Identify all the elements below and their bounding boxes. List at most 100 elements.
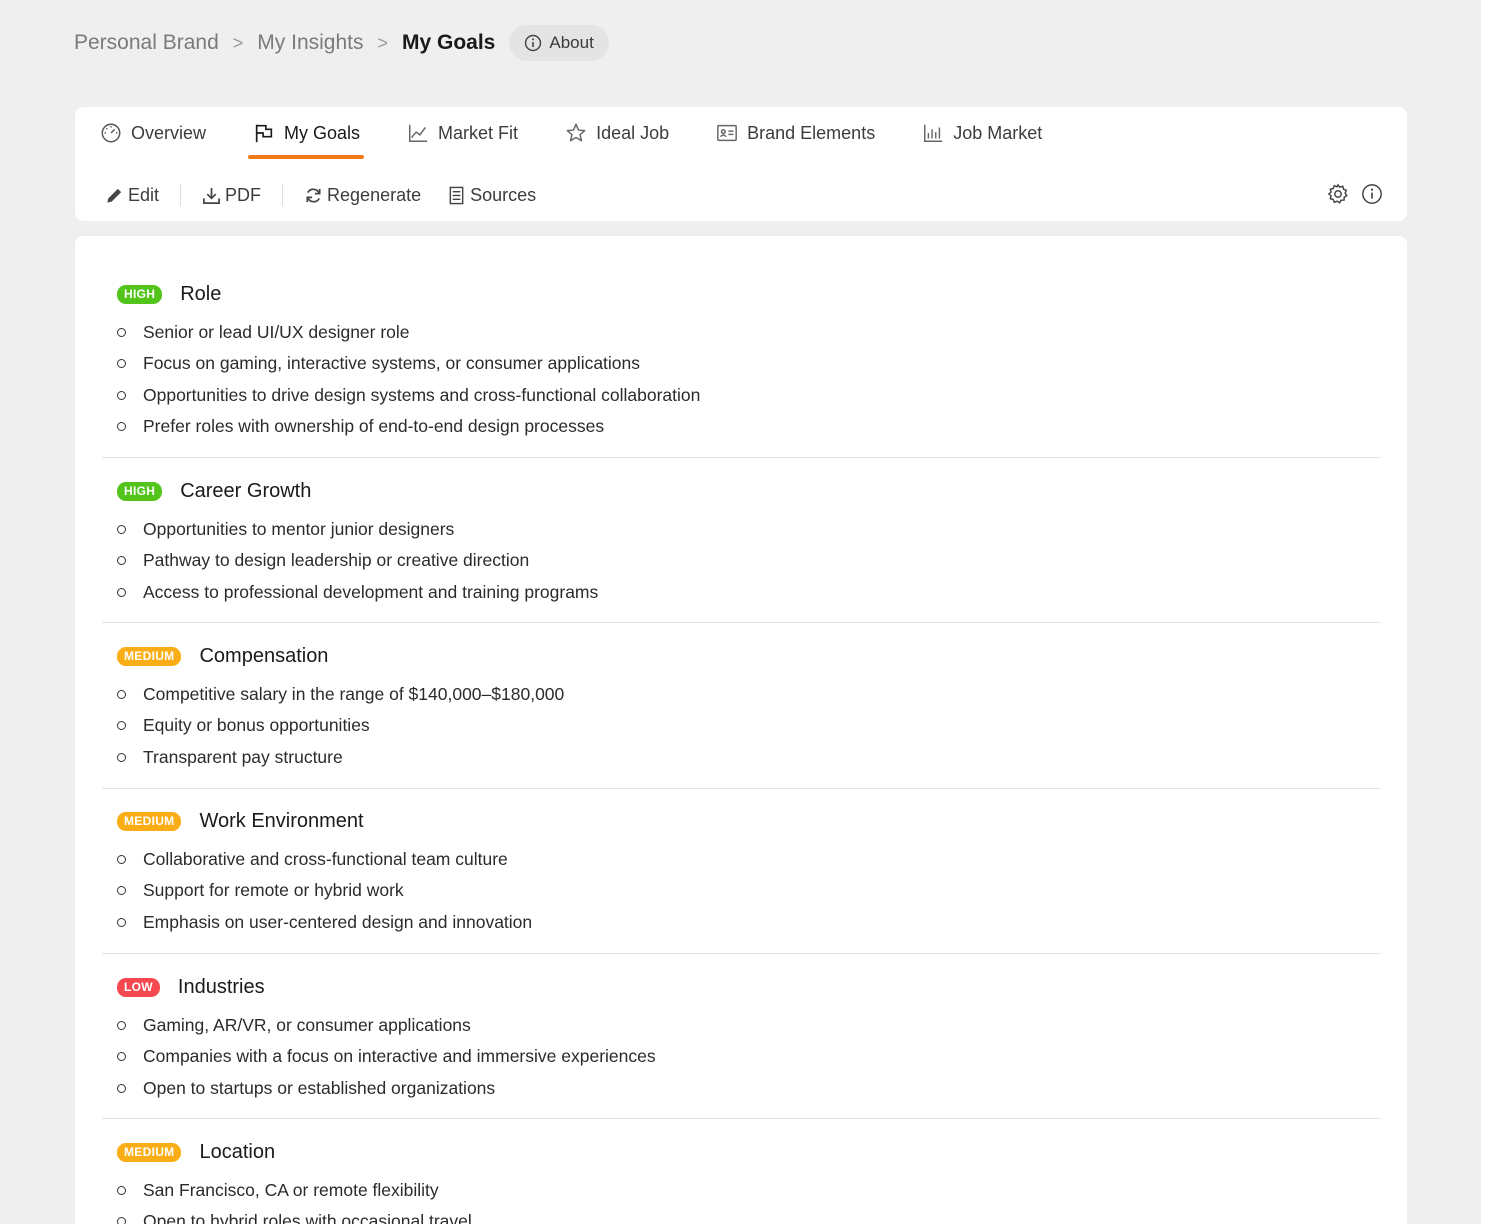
list-item-text: Collaborative and cross-functional team … <box>143 849 508 870</box>
tab-overview-label: Overview <box>131 122 207 143</box>
list-item: Opportunities to mentor junior designers <box>117 514 1381 545</box>
app-window: Personal Brand > My Insights > My Goals … <box>0 0 1481 1224</box>
bullet <box>117 690 126 700</box>
sources-label: Sources <box>470 184 537 205</box>
tab-market-fit[interactable]: Market Fit <box>404 107 520 159</box>
refresh-icon <box>304 186 323 205</box>
list-item-text: San Francisco, CA or remote flexibility <box>143 1180 439 1201</box>
goal-title: Role <box>180 283 222 305</box>
list-item: Support for remote or hybrid work <box>117 875 1381 906</box>
list-item-text: Competitive salary in the range of $140,… <box>143 684 565 705</box>
list-item-text: Gaming, AR/VR, or consumer applications <box>143 1015 471 1036</box>
list-item-text: Opportunities to drive design systems an… <box>143 384 701 405</box>
priority-badge: HIGH <box>117 285 163 304</box>
goal-list: San Francisco, CA or remote flexibility … <box>117 1175 1381 1224</box>
about-button[interactable]: About <box>509 25 609 61</box>
flag-icon <box>252 122 276 144</box>
goals-card: HIGH Role Senior or lead UI/UX designer … <box>75 236 1407 1224</box>
list-item: Companies with a focus on interactive an… <box>117 1041 1381 1072</box>
toolbar-divider <box>282 184 284 206</box>
bullet <box>117 917 126 927</box>
tab-job-market-label: Job Market <box>953 122 1043 143</box>
list-item-text: Pathway to design leadership or creative… <box>143 550 530 571</box>
tab-ideal-job[interactable]: Ideal Job <box>562 107 671 159</box>
toolbar-divider <box>180 184 182 206</box>
tab-brand-elements-label: Brand Elements <box>747 122 876 143</box>
bullet <box>117 556 126 566</box>
document-list-icon <box>447 186 466 205</box>
list-item: Access to professional development and t… <box>117 577 1381 608</box>
tab-overview[interactable]: Overview <box>97 107 208 159</box>
breadcrumb-my-insights[interactable]: My Insights <box>257 31 363 55</box>
goal-list: Gaming, AR/VR, or consumer applications … <box>117 1010 1381 1104</box>
goal-section-industries: LOW Industries Gaming, AR/VR, or consume… <box>102 976 1381 1119</box>
tab-job-market[interactable]: Job Market <box>919 107 1044 159</box>
list-item-text: Focus on gaming, interactive systems, or… <box>143 353 641 374</box>
download-icon <box>202 186 221 205</box>
breadcrumb-separator: > <box>377 32 388 53</box>
list-item-text: Senior or lead UI/UX designer role <box>143 322 410 343</box>
gear-icon[interactable] <box>1327 183 1349 205</box>
pencil-icon <box>105 186 124 205</box>
list-item: Prefer roles with ownership of end-to-en… <box>117 411 1381 442</box>
line-chart-icon <box>406 122 430 144</box>
bullet <box>117 1217 126 1224</box>
tab-market-fit-label: Market Fit <box>438 122 519 143</box>
bullet <box>117 1186 126 1196</box>
list-item: Open to hybrid roles with occasional tra… <box>117 1206 1381 1224</box>
edit-button[interactable]: Edit <box>105 185 159 206</box>
bullet <box>117 855 126 865</box>
bullet <box>117 752 126 762</box>
list-item-text: Opportunities to mentor junior designers <box>143 519 455 540</box>
list-item-text: Access to professional development and t… <box>143 581 599 602</box>
priority-badge: MEDIUM <box>117 812 182 831</box>
list-item: Emphasis on user-centered design and inn… <box>117 907 1381 938</box>
bullet <box>117 721 126 731</box>
tab-bar: Overview My Goals Market Fit Ideal Job B… <box>97 107 1086 159</box>
goal-title: Career Growth <box>180 480 312 502</box>
list-item: Focus on gaming, interactive systems, or… <box>117 348 1381 379</box>
toolbar: Edit PDF Regenerate Sources <box>105 179 536 211</box>
tab-my-goals[interactable]: My Goals <box>248 107 365 159</box>
breadcrumb-separator: > <box>232 32 244 53</box>
breadcrumb-personal-brand[interactable]: Personal Brand <box>74 31 219 55</box>
list-item-text: Prefer roles with ownership of end-to-en… <box>143 416 605 437</box>
sources-button[interactable]: Sources <box>447 185 536 206</box>
regenerate-button[interactable]: Regenerate <box>304 185 421 206</box>
list-item: Opportunities to drive design systems an… <box>117 380 1381 411</box>
priority-badge: MEDIUM <box>117 647 182 666</box>
bar-chart-icon <box>921 122 945 144</box>
list-item-text: Transparent pay structure <box>143 746 343 767</box>
bullet <box>117 328 126 338</box>
edit-label: Edit <box>128 184 160 205</box>
breadcrumb: Personal Brand > My Insights > My Goals … <box>74 25 609 61</box>
goal-list: Collaborative and cross-functional team … <box>117 844 1381 938</box>
pdf-download-button[interactable]: PDF <box>202 185 261 206</box>
gauge-icon <box>99 122 123 144</box>
priority-badge: HIGH <box>117 482 163 501</box>
bullet <box>117 886 126 896</box>
goal-section-work-environment: MEDIUM Work Environment Collaborative an… <box>102 810 1381 954</box>
bullet <box>117 359 126 369</box>
star-icon <box>564 122 588 144</box>
tab-ideal-job-label: Ideal Job <box>596 122 670 143</box>
bullet <box>117 422 126 432</box>
bullet <box>117 1052 126 1062</box>
goal-title: Work Environment <box>199 810 364 832</box>
goal-list: Opportunities to mentor junior designers… <box>117 514 1381 608</box>
info-icon[interactable] <box>1361 183 1383 205</box>
id-card-icon <box>715 122 739 144</box>
priority-badge: LOW <box>117 978 160 997</box>
priority-badge: MEDIUM <box>117 1143 182 1162</box>
breadcrumb-current: My Goals <box>402 31 496 54</box>
pdf-label: PDF <box>225 184 262 205</box>
bullet <box>117 1083 126 1093</box>
bullet <box>117 525 126 535</box>
info-icon <box>524 34 542 52</box>
list-item-text: Equity or bonus opportunities <box>143 715 370 736</box>
bullet <box>117 587 126 597</box>
list-item: Open to startups or established organiza… <box>117 1073 1381 1104</box>
list-item: San Francisco, CA or remote flexibility <box>117 1175 1381 1206</box>
tab-brand-elements[interactable]: Brand Elements <box>713 107 877 159</box>
goal-section-location: MEDIUM Location San Francisco, CA or rem… <box>102 1141 1381 1224</box>
